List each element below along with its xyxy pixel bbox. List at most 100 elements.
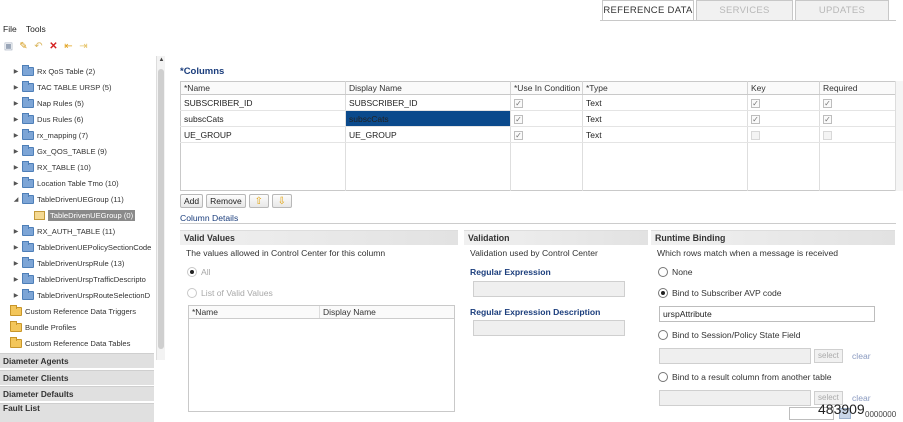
tree-item[interactable]: ▶ Location Table Tmo (10) bbox=[12, 176, 119, 191]
cell-name[interactable]: UE_GROUP bbox=[180, 126, 346, 143]
table-row[interactable]: UE_GROUP UE_GROUP ✓ Text bbox=[180, 126, 896, 143]
expand-arrow-icon[interactable]: ▶ bbox=[12, 244, 20, 251]
table-row[interactable]: SUBSCRIBER_ID SUBSCRIBER_ID ✓ Text ✓ ✓ bbox=[180, 94, 896, 111]
cell-display[interactable]: SUBSCRIBER_ID bbox=[345, 94, 511, 111]
tree-item[interactable]: ▶ Nap Rules (5) bbox=[12, 96, 84, 111]
tree-item[interactable]: ▶ RX_AUTH_TABLE (11) bbox=[12, 224, 115, 239]
edit-icon[interactable]: ✎ bbox=[18, 41, 29, 52]
regex-desc-input[interactable] bbox=[473, 320, 625, 336]
menu-file[interactable]: File bbox=[3, 24, 17, 34]
cell-type[interactable]: Text bbox=[582, 94, 748, 111]
expand-arrow-icon[interactable]: ▶ bbox=[12, 164, 20, 171]
expand-arrow-icon[interactable]: ▶ bbox=[12, 68, 20, 75]
cell-required[interactable]: ✓ bbox=[819, 110, 896, 127]
tree-item[interactable]: ▶ TableDrivenUrspTrafficDescripto bbox=[12, 272, 146, 287]
remove-button[interactable]: Remove bbox=[206, 194, 246, 208]
checkbox-checked[interactable]: ✓ bbox=[823, 98, 832, 108]
checkbox-checked[interactable]: ✓ bbox=[514, 98, 523, 108]
tree-scrollbar[interactable]: ▲ bbox=[156, 56, 165, 360]
radio-all[interactable]: All bbox=[187, 267, 211, 277]
import-icon[interactable]: ⇤ bbox=[63, 41, 74, 52]
tree-item[interactable]: ▶ TAC TABLE URSP (5) bbox=[12, 80, 112, 95]
radio-none[interactable]: None bbox=[658, 267, 693, 277]
checkbox-unchecked[interactable] bbox=[751, 130, 760, 140]
section-diameter-defaults[interactable]: Diameter Defaults bbox=[0, 386, 154, 401]
checkbox-checked[interactable]: ✓ bbox=[514, 114, 523, 124]
tree-item[interactable]: Custom Reference Data Triggers bbox=[8, 304, 136, 319]
table-row[interactable]: subscCats subscCats ✓ Text ✓ ✓ bbox=[180, 110, 896, 127]
header-key[interactable]: Key bbox=[747, 81, 820, 95]
tab-updates[interactable]: UPDATES bbox=[795, 0, 889, 20]
session-clear-link[interactable]: clear bbox=[852, 351, 871, 361]
tab-services[interactable]: SERVICES bbox=[696, 0, 793, 20]
cell-key[interactable]: ✓ bbox=[747, 94, 820, 111]
cell-key[interactable] bbox=[747, 126, 820, 143]
radio-bind-session[interactable]: Bind to Session/Policy State Field bbox=[658, 330, 801, 340]
expand-arrow-icon[interactable]: ▶ bbox=[12, 276, 20, 283]
expand-arrow-icon[interactable]: ▶ bbox=[12, 132, 20, 139]
cell-use[interactable]: ✓ bbox=[510, 126, 583, 143]
tree-item[interactable]: ◢ TableDrivenUEGroup (11) bbox=[12, 192, 124, 207]
checkbox-checked[interactable]: ✓ bbox=[514, 130, 523, 140]
expand-arrow-icon[interactable]: ▶ bbox=[12, 84, 20, 91]
tree-item[interactable]: ▶ TableDrivenUrspRule (13) bbox=[12, 256, 124, 271]
cell-key[interactable]: ✓ bbox=[747, 110, 820, 127]
undo-icon[interactable]: ↶ bbox=[33, 41, 44, 52]
expand-arrow-icon[interactable]: ▶ bbox=[12, 228, 20, 235]
expand-arrow-icon[interactable]: ▶ bbox=[12, 260, 20, 267]
avp-code-input[interactable]: urspAttribute bbox=[659, 306, 875, 322]
delete-icon[interactable]: ✕ bbox=[48, 41, 59, 52]
tree-item[interactable]: ▶ RX_TABLE (10) bbox=[12, 160, 91, 175]
tree-item[interactable]: ▶ TableDrivenUEPolicySectionCode bbox=[12, 240, 151, 255]
add-button[interactable]: Add bbox=[180, 194, 204, 208]
menu-tools[interactable]: Tools bbox=[26, 24, 46, 34]
expand-arrow-icon[interactable]: ▶ bbox=[12, 116, 20, 123]
header-display-name[interactable]: Display Name bbox=[345, 81, 511, 95]
tree-item[interactable]: ▶ rx_mapping (7) bbox=[12, 128, 88, 143]
regex-input[interactable] bbox=[473, 281, 625, 297]
tab-reference-data[interactable]: REFERENCE DATA bbox=[602, 0, 694, 20]
vv-header-display-name[interactable]: Display Name bbox=[320, 306, 454, 318]
tree-item[interactable]: ▶ Dus Rules (6) bbox=[12, 112, 83, 127]
header-required[interactable]: Required bbox=[819, 81, 896, 95]
tree-item[interactable]: TableDrivenUEGroup (0) bbox=[32, 208, 136, 223]
cell-use[interactable]: ✓ bbox=[510, 110, 583, 127]
radio-bind-result[interactable]: Bind to a result column from another tab… bbox=[658, 372, 832, 382]
cell-type[interactable]: Text bbox=[582, 126, 748, 143]
result-column-input[interactable] bbox=[659, 390, 811, 406]
tree-item[interactable]: Bundle Profiles bbox=[8, 320, 76, 335]
scroll-up-icon[interactable]: ▲ bbox=[157, 56, 166, 65]
scroll-thumb[interactable] bbox=[158, 69, 164, 349]
cell-display[interactable]: subscCats bbox=[345, 110, 511, 127]
move-down-button[interactable]: ⇩ bbox=[271, 194, 292, 208]
checkbox-checked[interactable]: ✓ bbox=[751, 114, 760, 124]
radio-list-valid-values[interactable]: List of Valid Values bbox=[187, 288, 273, 298]
export-icon[interactable]: ⇥ bbox=[78, 41, 89, 52]
cell-name[interactable]: subscCats bbox=[180, 110, 346, 127]
cell-required[interactable] bbox=[819, 126, 896, 143]
move-up-button[interactable]: ⇧ bbox=[248, 194, 269, 208]
checkbox-checked[interactable]: ✓ bbox=[823, 114, 832, 124]
session-field-input[interactable] bbox=[659, 348, 811, 364]
header-name[interactable]: *Name bbox=[180, 81, 346, 95]
save-icon[interactable]: ▣ bbox=[3, 41, 14, 52]
expand-arrow-icon[interactable]: ▶ bbox=[12, 148, 20, 155]
radio-bind-avp[interactable]: Bind to Subscriber AVP code bbox=[658, 288, 782, 298]
section-diameter-agents[interactable]: Diameter Agents bbox=[0, 353, 154, 368]
collapse-arrow-icon[interactable]: ◢ bbox=[12, 196, 20, 203]
header-use-in-condition[interactable]: *Use In Condition bbox=[510, 81, 583, 95]
expand-arrow-icon[interactable]: ▶ bbox=[12, 100, 20, 107]
cell-display[interactable]: UE_GROUP bbox=[345, 126, 511, 143]
cell-name[interactable]: SUBSCRIBER_ID bbox=[180, 94, 346, 111]
cell-required[interactable]: ✓ bbox=[819, 94, 896, 111]
header-type[interactable]: *Type bbox=[582, 81, 748, 95]
tree-item[interactable]: ▶ TableDrivenUrspRouteSelectionD bbox=[12, 288, 150, 303]
cell-type[interactable]: Text bbox=[582, 110, 748, 127]
tree-item[interactable]: Custom Reference Data Tables bbox=[8, 336, 130, 350]
tree-item[interactable]: ▶ Gx_QOS_TABLE (9) bbox=[12, 144, 107, 159]
cell-use[interactable]: ✓ bbox=[510, 94, 583, 111]
grid-scrollbar[interactable] bbox=[895, 81, 903, 191]
checkbox-unchecked[interactable] bbox=[823, 130, 832, 140]
vv-header-name[interactable]: *Name bbox=[189, 306, 320, 318]
expand-arrow-icon[interactable]: ▶ bbox=[12, 292, 20, 299]
